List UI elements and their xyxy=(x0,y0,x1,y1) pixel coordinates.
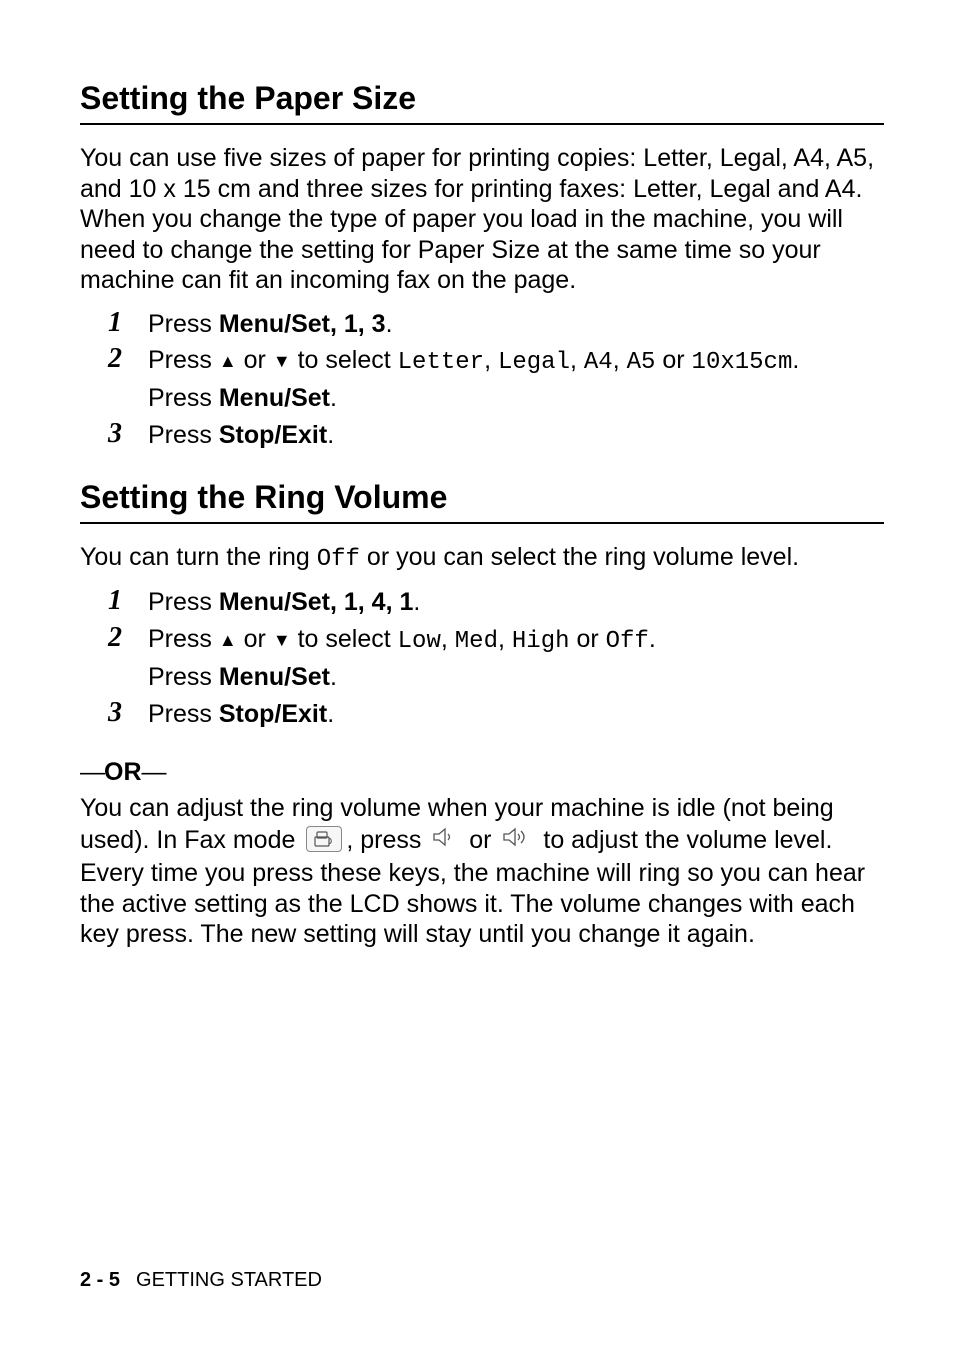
menu-set-label: Menu/Set xyxy=(219,588,330,616)
text: or xyxy=(237,625,273,653)
ring-volume-step-1: 1 Press Menu/Set, 1, 4, 1. xyxy=(108,586,884,619)
text: , xyxy=(613,346,627,374)
text: or xyxy=(462,826,498,854)
or-label: OR xyxy=(104,758,142,786)
text: , press xyxy=(346,826,428,854)
option-a5: A5 xyxy=(627,349,656,376)
paper-size-step-1: 1 Press Menu/Set, 1, 3. xyxy=(108,308,884,341)
text: to select xyxy=(291,346,398,374)
option-off: Off xyxy=(606,628,649,655)
key-sequence: , 1, 4, 1 xyxy=(330,588,413,616)
stop-exit-label: Stop/Exit xyxy=(219,421,327,449)
text: or you can select the ring volume level. xyxy=(360,543,799,571)
option-med: Med xyxy=(455,628,498,655)
option-legal: Legal xyxy=(498,349,570,376)
text: . xyxy=(386,310,393,338)
paper-size-intro: You can use five sizes of paper for prin… xyxy=(80,143,884,296)
volume-up-icon xyxy=(502,824,532,855)
step-number: 1 xyxy=(108,586,148,617)
fax-mode-icon xyxy=(306,826,342,852)
down-arrow-icon: ▼ xyxy=(273,350,291,373)
paper-size-rule xyxy=(80,123,884,125)
or-divider: —OR— xyxy=(80,758,884,787)
paper-size-step-3: 3 Press Stop/Exit. xyxy=(108,419,884,452)
menu-set-label: Menu/Set xyxy=(219,310,330,338)
step-text: Press Stop/Exit. xyxy=(148,419,334,452)
text: or xyxy=(237,346,273,374)
step-number: 2 xyxy=(108,344,148,375)
chapter-name: GETTING STARTED xyxy=(136,1269,322,1291)
text: . xyxy=(330,663,337,691)
ring-volume-steps: 1 Press Menu/Set, 1, 4, 1. 2 Press ▲ or … xyxy=(80,586,884,730)
step-number: 3 xyxy=(108,419,148,450)
option-low: Low xyxy=(398,628,441,655)
step-number: 2 xyxy=(108,623,148,654)
text: , xyxy=(570,346,584,374)
option-a4: A4 xyxy=(584,349,613,376)
option-letter: Letter xyxy=(398,349,484,376)
ring-volume-tail: You can adjust the ring volume when your… xyxy=(80,793,884,950)
dash-icon: — xyxy=(80,758,104,787)
step-text: Press Menu/Set, 1, 4, 1. xyxy=(148,586,420,619)
text: or xyxy=(570,625,606,653)
text: Press xyxy=(148,346,219,374)
text: , xyxy=(441,625,455,653)
step-text: Press ▲ or ▼ to select Low, Med, High or… xyxy=(148,623,656,694)
text: , xyxy=(498,625,512,653)
step-text: Press Stop/Exit. xyxy=(148,698,334,731)
stop-exit-label: Stop/Exit xyxy=(219,700,327,728)
down-arrow-icon: ▼ xyxy=(273,629,291,652)
menu-set-label: Menu/Set xyxy=(219,384,330,412)
ring-volume-heading: Setting the Ring Volume xyxy=(80,479,884,516)
page-footer: 2 - 5 GETTING STARTED xyxy=(80,1269,322,1292)
option-10x15: 10x15cm xyxy=(692,349,793,376)
ring-volume-step-3: 3 Press Stop/Exit. xyxy=(108,698,884,731)
text: Press xyxy=(148,625,219,653)
text: . xyxy=(327,421,334,449)
ring-volume-rule xyxy=(80,522,884,524)
text: You can turn the ring xyxy=(80,543,317,571)
step-number: 1 xyxy=(108,308,148,339)
volume-down-icon xyxy=(432,824,458,855)
option-off: Off xyxy=(317,546,360,573)
up-arrow-icon: ▲ xyxy=(219,629,237,652)
text: . xyxy=(413,588,420,616)
text: , xyxy=(484,346,498,374)
text: Press xyxy=(148,310,219,338)
ring-volume-step-2: 2 Press ▲ or ▼ to select Low, Med, High … xyxy=(108,623,884,694)
step-text: Press ▲ or ▼ to select Letter, Legal, A4… xyxy=(148,344,799,415)
dash-icon: — xyxy=(142,758,166,787)
text: to select xyxy=(291,625,398,653)
text: or xyxy=(655,346,691,374)
ring-volume-intro: You can turn the ring Off or you can sel… xyxy=(80,542,884,574)
text: Press xyxy=(148,384,219,412)
up-arrow-icon: ▲ xyxy=(219,350,237,373)
step-text: Press Menu/Set, 1, 3. xyxy=(148,308,393,341)
text: Press xyxy=(148,421,219,449)
text: . xyxy=(649,625,656,653)
paper-size-step-2: 2 Press ▲ or ▼ to select Letter, Legal, … xyxy=(108,344,884,415)
text: . xyxy=(330,384,337,412)
text: Press xyxy=(148,700,219,728)
text: . xyxy=(792,346,799,374)
text: Press xyxy=(148,663,219,691)
paper-size-steps: 1 Press Menu/Set, 1, 3. 2 Press ▲ or ▼ t… xyxy=(80,308,884,452)
menu-set-label: Menu/Set xyxy=(219,663,330,691)
key-sequence: , 1, 3 xyxy=(330,310,386,338)
text: . xyxy=(327,700,334,728)
paper-size-heading: Setting the Paper Size xyxy=(80,80,884,117)
page-number: 2 - 5 xyxy=(80,1269,120,1291)
text: Press xyxy=(148,588,219,616)
option-high: High xyxy=(512,628,570,655)
step-number: 3 xyxy=(108,698,148,729)
